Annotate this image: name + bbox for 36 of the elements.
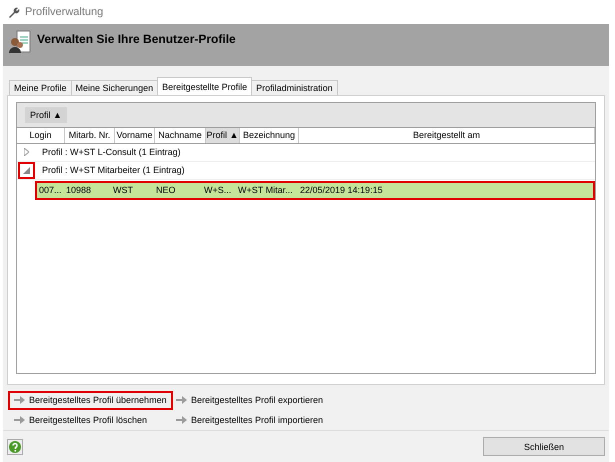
header-title: Verwalten Sie Ihre Benutzer-Profile	[37, 32, 236, 46]
table-cell-text: 007...	[38, 185, 63, 196]
table-row[interactable]: 007... 10988 WST NEO W+S... W+ST Mitar... 22/05/2019 14:19:15	[35, 180, 595, 200]
help-button[interactable]	[7, 438, 23, 454]
action-link[interactable]: Bereitgestelltes Profil löschen	[8, 410, 154, 430]
column-header[interactable]: Bereitgestellt am	[299, 128, 595, 143]
group-by-chip[interactable]: Profil ▲	[25, 106, 67, 123]
action-link[interactable]: Bereitgestelltes Profil importieren	[170, 410, 330, 430]
column-header[interactable]: Profil ▲	[206, 128, 240, 143]
tab[interactable]: Meine Profile	[9, 80, 72, 95]
table-cell-text: NEO	[155, 185, 177, 196]
wrench-icon	[8, 6, 20, 18]
column-header[interactable]: Login	[17, 128, 65, 143]
table-cell-text: 10988	[65, 185, 92, 196]
arrow-icon	[14, 416, 25, 424]
tab[interactable]: Meine Sicherungen	[70, 80, 158, 95]
arrow-icon	[14, 396, 25, 404]
table-cell-text: W+S...	[203, 185, 232, 196]
arrow-icon	[176, 396, 187, 404]
collapse-icon[interactable]	[18, 162, 35, 179]
table-cell-text: WST	[112, 185, 134, 196]
group-label[interactable]: Profil : W+ST L-Consult (1 Eintrag)	[42, 147, 181, 158]
group-label[interactable]: Profil : W+ST Mitarbeiter (1 Eintrag)	[42, 165, 185, 176]
tab[interactable]: Profiladministration	[251, 80, 338, 95]
column-header[interactable]: Bezeichnung	[240, 128, 299, 143]
table-cell-text: W+ST Mitar...	[237, 185, 294, 196]
column-header[interactable]: Mitarb. Nr.	[65, 128, 115, 143]
table-cell-text: 22/05/2019 14:19:15	[299, 185, 384, 196]
action-link[interactable]: Bereitgestelltes Profil exportieren	[170, 390, 330, 410]
users-icon	[9, 30, 31, 54]
window-title: Profilverwaltung	[25, 6, 104, 18]
arrow-icon	[176, 416, 187, 424]
tab[interactable]: Bereitgestellte Profile	[157, 76, 252, 95]
column-header[interactable]: Vorname	[115, 128, 155, 143]
action-link[interactable]: Bereitgestelltes Profil übernehmen	[8, 390, 173, 410]
close-button[interactable]: Schließen	[483, 437, 605, 456]
